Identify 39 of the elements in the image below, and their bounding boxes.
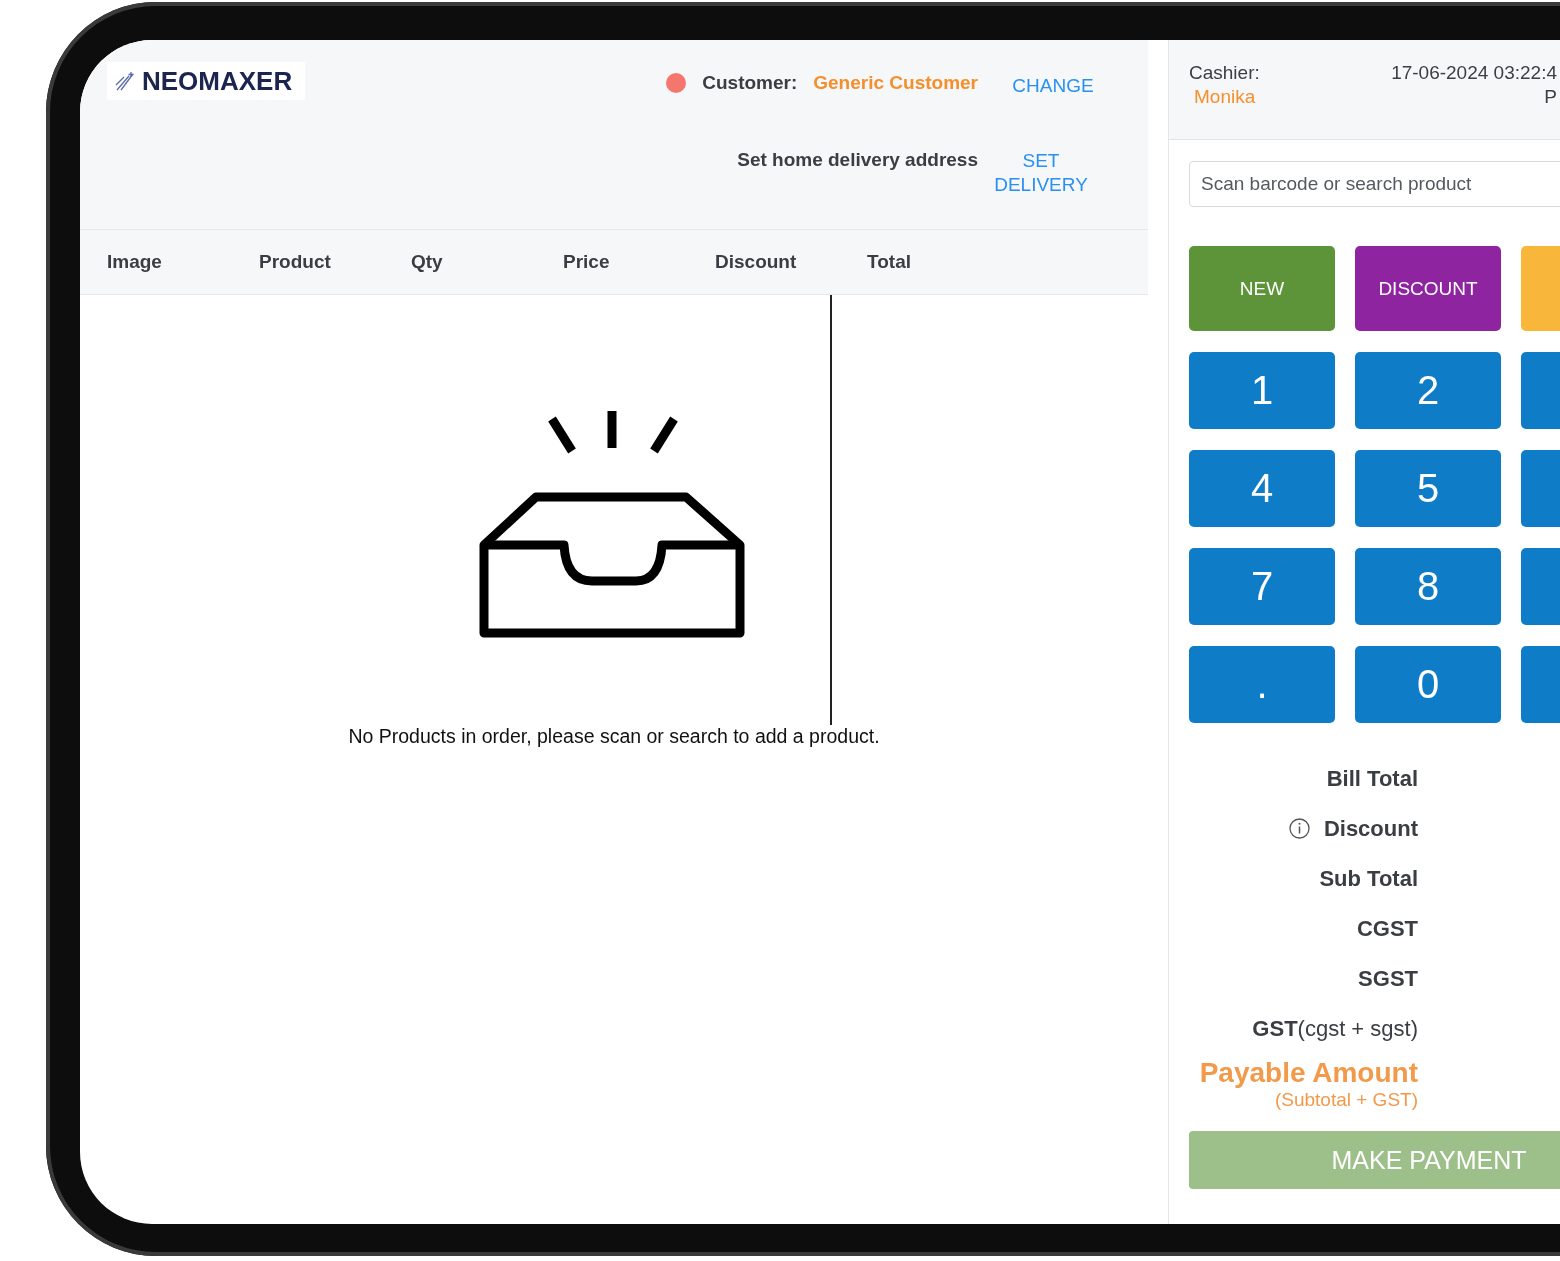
keypad-key[interactable]: 0 (1355, 646, 1501, 723)
total-label: Sub Total (1319, 865, 1418, 892)
column-header: Qty (411, 251, 444, 273)
search-field[interactable]: Scan barcode or search product (1189, 161, 1560, 207)
keypad-key[interactable]: 4 (1189, 450, 1335, 527)
empty-order-message: No Products in order, please scan or search to add a product. (348, 725, 880, 748)
column-header: Image (107, 251, 163, 273)
time-suffix: P (1544, 86, 1557, 108)
column-header: Discount (715, 251, 798, 273)
keypad-key[interactable]: 7 (1189, 548, 1335, 625)
date-time: 17-06-2024 03:22:4 (1391, 62, 1557, 84)
keypad-key[interactable]: 1 (1189, 352, 1335, 429)
total-label: Bill Total (1326, 765, 1418, 792)
total-label: GST(cgst + sgst) (1252, 1015, 1418, 1042)
change-button[interactable]: CHANGE (998, 74, 1108, 98)
action-button[interactable]: NEW (1189, 246, 1335, 331)
keypad-key[interactable]: 8 (1355, 548, 1501, 625)
column-header: Product (259, 251, 332, 273)
status-dot-icon (666, 73, 687, 93)
customer-name: Generic Customer (813, 72, 978, 94)
action-button[interactable]: DISCOUNT (1355, 246, 1501, 331)
shooting-stars-icon (115, 71, 137, 91)
cashier-name: Monika (1193, 86, 1257, 108)
column-header: Total (867, 251, 912, 273)
total-label: CGST (1356, 915, 1418, 942)
payable-note: (Subtotal + GST) (1274, 1089, 1418, 1111)
delivery-label: Set home delivery address (737, 148, 978, 171)
total-label: SGST (1358, 965, 1418, 992)
payable-amount-label: Payable Amount (1199, 1057, 1418, 1089)
info-icon[interactable] (1288, 818, 1310, 839)
keypad-key[interactable]: 5 (1355, 450, 1501, 527)
cashier-label: Cashier: (1189, 62, 1261, 84)
customer-label: Customer: (702, 72, 798, 94)
keypad-key[interactable]: . (1189, 646, 1335, 723)
logo-text: NEOMAXER (142, 65, 293, 97)
set-delivery-button[interactable]: SET DELIVERY (986, 148, 1096, 197)
total-label: Discount (1323, 815, 1418, 842)
column-header: Price (563, 251, 611, 273)
keypad-key[interactable]: 2 (1355, 352, 1501, 429)
